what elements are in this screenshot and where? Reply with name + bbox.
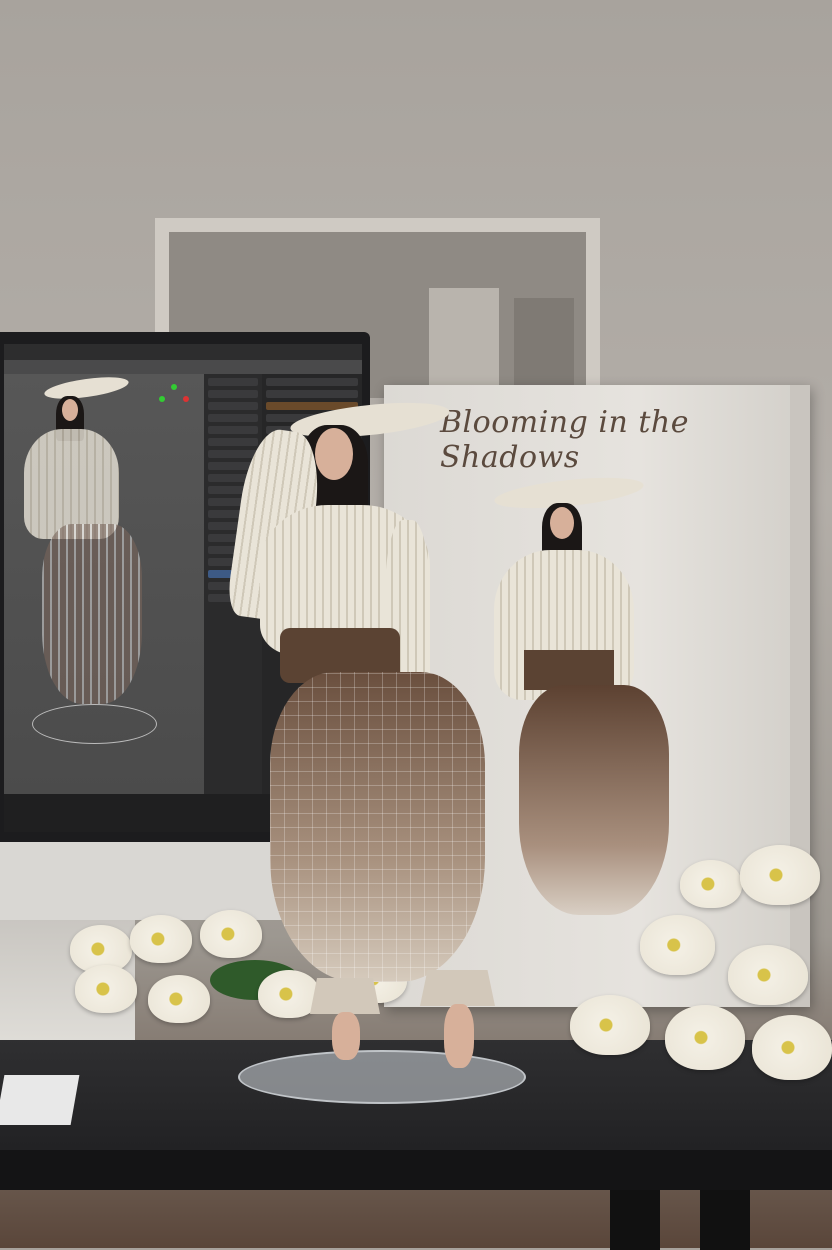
figure-pants	[270, 672, 485, 982]
box-title: Blooming in the Shadows	[440, 405, 689, 475]
calla-lily	[740, 845, 820, 905]
figure-cuff-left	[310, 978, 380, 1014]
model-face	[62, 399, 78, 421]
keyboard	[0, 1075, 80, 1125]
desk-leg	[700, 1190, 750, 1250]
calla-lily	[75, 965, 137, 1013]
model-base-ring	[32, 704, 157, 744]
axis-gizmo	[159, 384, 189, 414]
figure-foot	[444, 1004, 474, 1068]
calla-lily	[752, 1015, 832, 1080]
product-box-side	[790, 385, 810, 1007]
3d-viewport	[4, 373, 204, 794]
calla-lily	[728, 945, 808, 1005]
calla-lily	[200, 910, 262, 958]
calla-lily	[148, 975, 210, 1023]
shelf-book	[514, 298, 574, 398]
calla-lily	[640, 915, 715, 975]
acrylic-display-base	[238, 1050, 526, 1104]
model-hat	[43, 373, 130, 403]
calla-lily	[570, 995, 650, 1055]
calla-lily	[130, 915, 192, 963]
menu-bar	[4, 344, 362, 360]
calla-lily	[665, 1005, 745, 1070]
desk-edge	[0, 1150, 832, 1190]
model-wireframe-pants	[42, 524, 142, 704]
figure-foot	[332, 1012, 360, 1060]
calla-lily	[680, 860, 742, 908]
box-illustration-pants	[519, 685, 669, 915]
model-blouse	[24, 429, 119, 539]
box-illustration-face	[550, 507, 574, 539]
figure-cuff-right	[420, 970, 495, 1006]
box-illustration-sash	[524, 650, 614, 690]
shelf-book	[429, 288, 499, 398]
figure-face	[315, 428, 353, 480]
desk-leg	[610, 1190, 660, 1250]
